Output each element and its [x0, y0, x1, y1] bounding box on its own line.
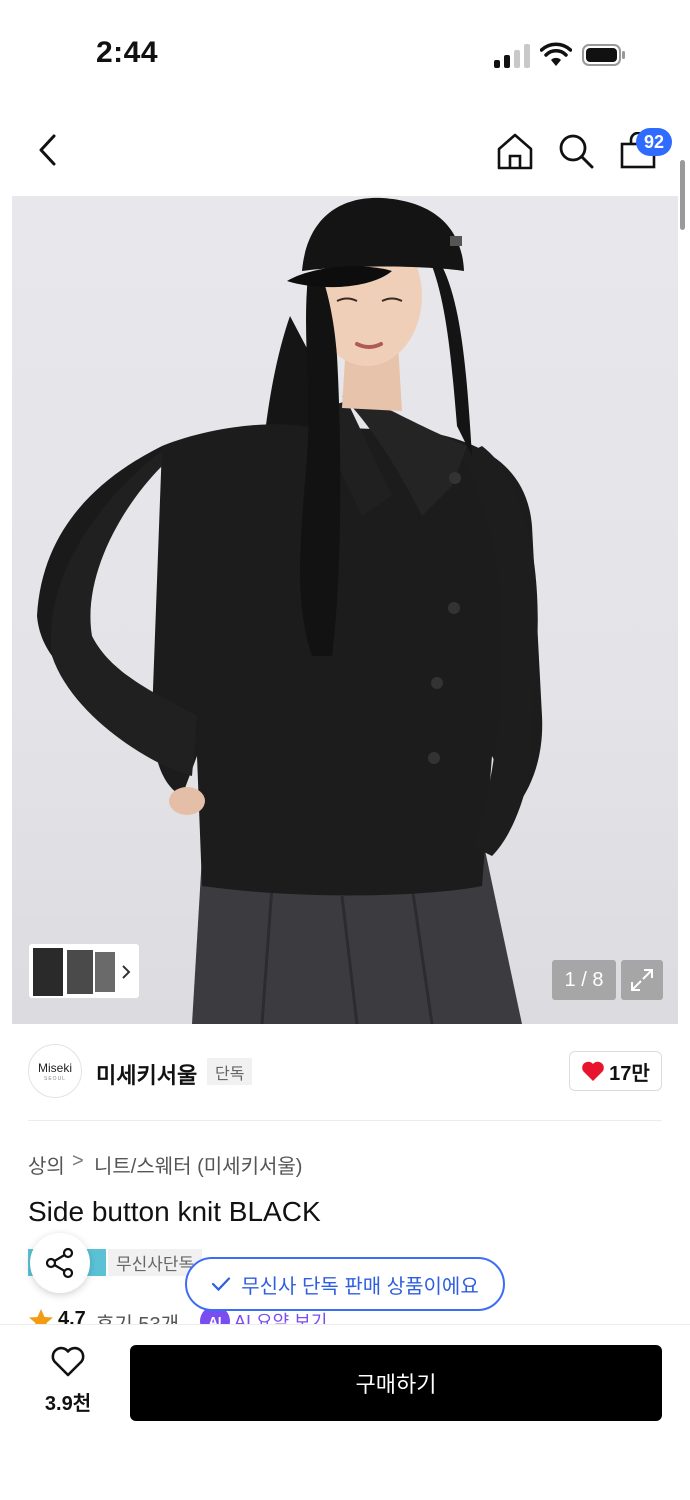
- scrollbar[interactable]: [680, 160, 685, 230]
- bottom-bar-divider: [0, 1324, 690, 1325]
- home-button[interactable]: [491, 127, 539, 175]
- heart-icon: [582, 1061, 604, 1081]
- thumbnail-1[interactable]: [33, 948, 63, 996]
- brand-like-button[interactable]: 17만: [569, 1051, 662, 1091]
- brand-logo-text: Miseki: [37, 1060, 72, 1075]
- thumbnail-strip[interactable]: [28, 943, 140, 999]
- chevron-left-icon: [39, 134, 56, 166]
- wishlist-button[interactable]: 3.9천: [40, 1346, 96, 1416]
- product-title: Side button knit BLACK: [28, 1196, 321, 1227]
- brand-exclusive-tag: 단독: [207, 1058, 253, 1085]
- battery-icon: [582, 44, 626, 66]
- product-image[interactable]: [12, 196, 678, 1024]
- search-icon: [559, 134, 594, 169]
- expand-button[interactable]: [621, 960, 663, 1000]
- brand-logo[interactable]: Miseki SEOUL: [28, 1044, 82, 1098]
- wishlist-count: 3.9천: [44, 1393, 92, 1415]
- exclusive-toast: 무신사 단독 판매 상품이에요: [185, 1257, 505, 1311]
- home-icon: [497, 133, 533, 170]
- buy-button[interactable]: 구매하기: [130, 1345, 662, 1421]
- rating-score: 4.7: [58, 1308, 86, 1324]
- heart-outline-icon: [51, 1346, 85, 1377]
- check-icon: [212, 1277, 231, 1292]
- toast-message: 무신사 단독 판매 상품이에요: [241, 1275, 479, 1298]
- share-button[interactable]: [30, 1233, 90, 1293]
- back-button[interactable]: [24, 126, 72, 174]
- cart-count-badge: 92: [636, 128, 672, 156]
- review-count[interactable]: 후기 53개: [96, 1308, 179, 1324]
- expand-icon: [631, 969, 653, 991]
- brand-logo-subtext: SEOUL: [44, 1075, 66, 1082]
- status-time: 2:44: [96, 36, 159, 69]
- breadcrumb-separator: >: [72, 1150, 84, 1172]
- chevron-right-icon: [122, 965, 131, 979]
- breadcrumb-category[interactable]: 상의: [28, 1150, 65, 1179]
- brand-name[interactable]: 미세키서울: [96, 1058, 197, 1090]
- brand-like-count: 17만: [609, 1062, 650, 1085]
- breadcrumb-subcategory[interactable]: 니트/스웨터 (미세키서울): [94, 1150, 302, 1179]
- star-icon: [28, 1308, 54, 1324]
- thumbnail-3[interactable]: [95, 952, 115, 992]
- thumbnail-2[interactable]: [67, 950, 93, 994]
- divider: [28, 1120, 662, 1121]
- search-button[interactable]: [552, 127, 600, 175]
- share-icon: [45, 1247, 74, 1279]
- cellular-signal-icon: [494, 44, 530, 68]
- wifi-icon: [539, 42, 573, 68]
- image-counter: 1 / 8: [552, 960, 616, 1000]
